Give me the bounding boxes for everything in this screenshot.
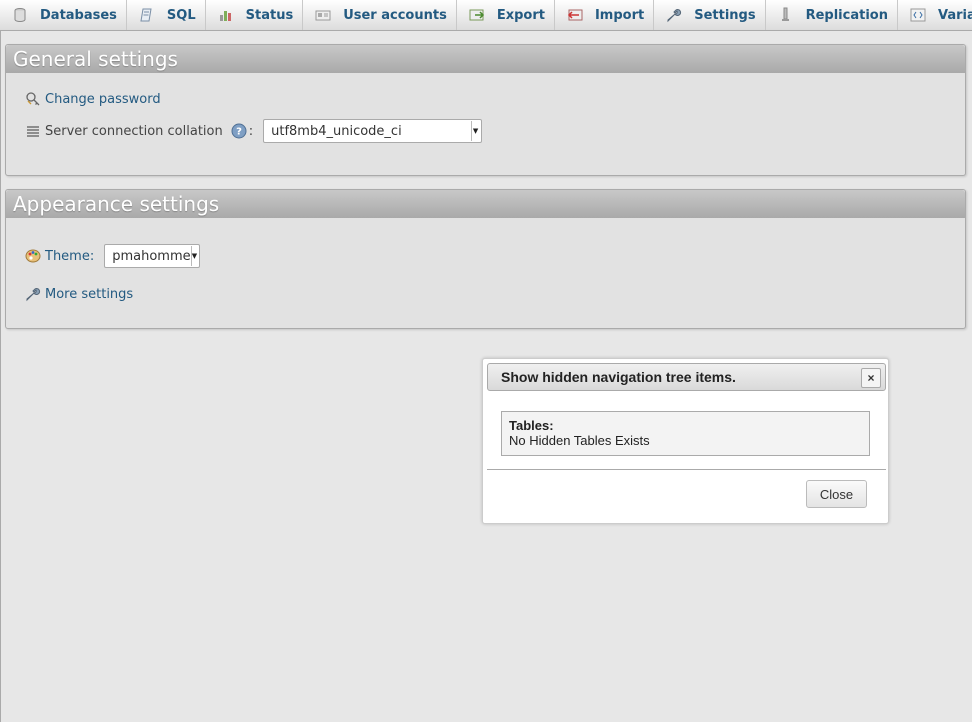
export-icon — [469, 7, 485, 23]
database-icon — [12, 7, 28, 23]
hidden-tables-box: Tables: No Hidden Tables Exists — [501, 411, 870, 456]
more-settings-link[interactable]: More settings — [45, 287, 133, 302]
chevron-down-icon: ▼ — [471, 121, 479, 141]
tab-export[interactable]: Export — [457, 0, 555, 30]
tab-databases[interactable]: Databases — [0, 0, 127, 30]
palette-icon — [25, 248, 41, 264]
tab-label: Settings — [694, 7, 756, 23]
help-icon[interactable]: ? — [231, 123, 247, 139]
tab-settings[interactable]: Settings — [654, 0, 766, 30]
collation-label: Server connection collation — [45, 123, 223, 139]
collation-colon: : — [248, 123, 254, 139]
theme-select[interactable]: pmahomme ▼ — [104, 244, 201, 268]
close-button[interactable]: Close — [806, 480, 867, 508]
chevron-down-icon: ▼ — [190, 246, 198, 266]
svg-text:?: ? — [236, 127, 242, 138]
collation-list-icon — [25, 123, 41, 139]
hidden-items-dialog: Show hidden navigation tree items. × Tab… — [482, 358, 889, 524]
theme-selected-value: pmahomme — [112, 248, 191, 264]
panel-title: Appearance settings — [6, 190, 965, 218]
tab-variables[interactable]: Variables — [898, 0, 972, 30]
tab-label: Export — [496, 7, 545, 23]
collation-row: Server connection collation ? : utf8mb4_… — [25, 119, 483, 143]
change-password-row: Change password — [25, 91, 161, 107]
change-password-link[interactable]: Change password — [45, 92, 161, 107]
tab-replication[interactable]: Replication — [766, 0, 898, 30]
import-icon — [567, 7, 583, 23]
collation-selected-value: utf8mb4_unicode_ci — [271, 123, 402, 139]
left-border — [0, 0, 1, 722]
tab-label: Replication — [805, 7, 888, 23]
status-icon — [218, 7, 234, 23]
tab-user-accounts[interactable]: User accounts — [303, 0, 457, 30]
theme-row: Theme: pmahomme ▼ — [25, 244, 201, 268]
theme-link[interactable]: Theme: — [45, 249, 94, 264]
collation-select[interactable]: utf8mb4_unicode_ci ▼ — [263, 119, 483, 143]
tables-message: No Hidden Tables Exists — [509, 433, 650, 448]
dialog-title-bar[interactable]: Show hidden navigation tree items. × — [487, 363, 886, 391]
panel-title: General settings — [6, 45, 965, 73]
variables-icon — [910, 7, 926, 23]
tab-sql[interactable]: SQL — [127, 0, 206, 30]
tab-label: SQL — [166, 7, 196, 23]
user-accounts-icon — [315, 7, 331, 23]
tab-label: Status — [245, 7, 294, 23]
top-tab-bar: Databases SQL Status User accounts Expor… — [0, 0, 972, 31]
wrench-icon — [666, 7, 682, 23]
dialog-divider — [487, 469, 886, 470]
tables-heading: Tables: — [509, 418, 554, 433]
tab-label: User accounts — [343, 7, 447, 23]
tab-status[interactable]: Status — [206, 0, 304, 30]
replication-icon — [778, 7, 794, 23]
close-icon[interactable]: × — [861, 368, 881, 388]
tab-import[interactable]: Import — [555, 0, 655, 30]
tab-label: Import — [594, 7, 645, 23]
more-settings-row: More settings — [25, 286, 133, 302]
appearance-settings-panel: Appearance settings Theme: pmahomme ▼ Mo… — [5, 189, 966, 329]
dialog-title: Show hidden navigation tree items. — [501, 369, 736, 385]
sql-icon — [139, 7, 155, 23]
general-settings-panel: General settings Change password Server … — [5, 44, 966, 176]
lock-key-icon — [25, 91, 41, 107]
tab-label: Variables — [937, 7, 972, 23]
tab-label: Databases — [40, 7, 117, 23]
wrench-icon — [25, 286, 41, 302]
